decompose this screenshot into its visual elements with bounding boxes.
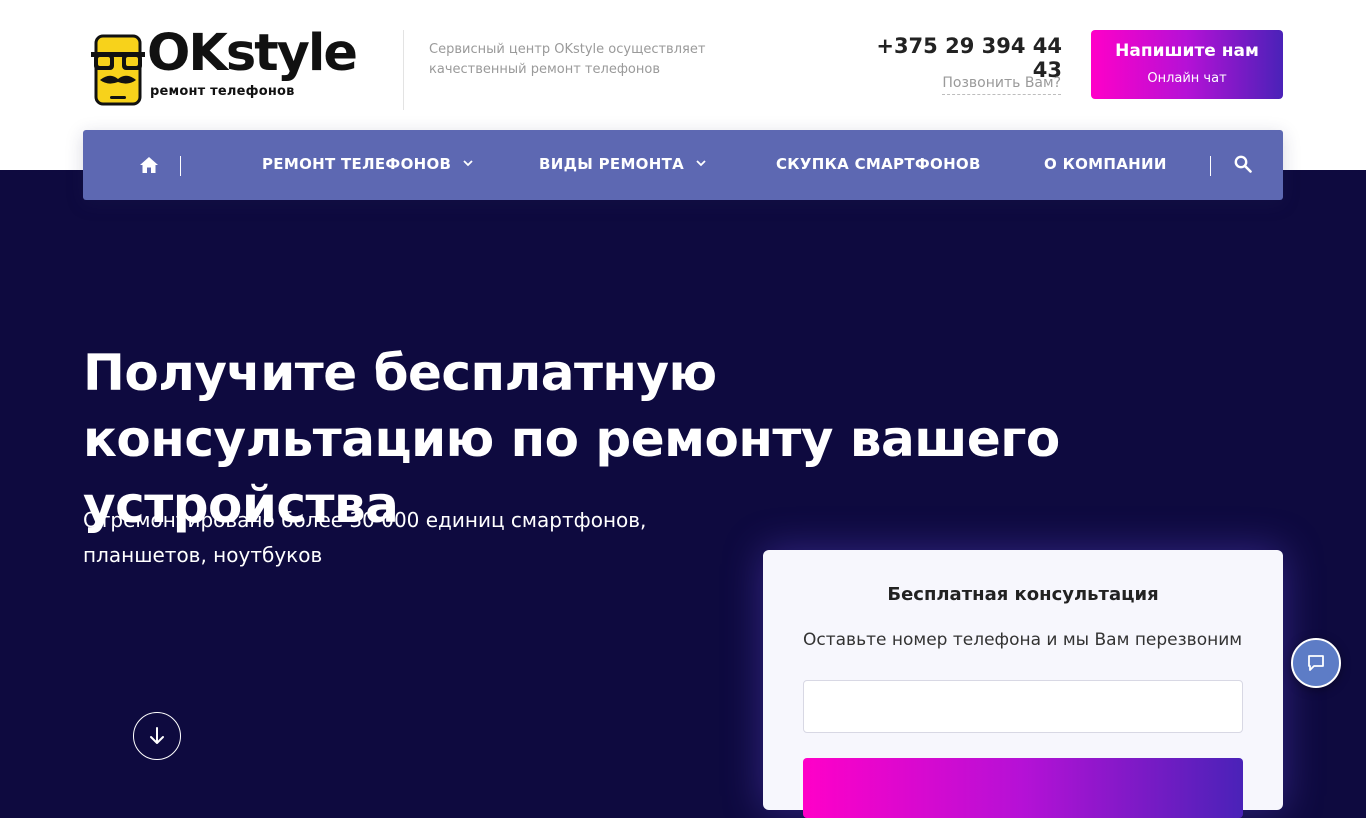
nav-item-about[interactable]: О КОМПАНИИ	[1044, 155, 1167, 173]
search-icon[interactable]	[1234, 155, 1254, 175]
nav-item-smartphone-buyback[interactable]: СКУПКА СМАРТФОНОВ	[776, 155, 981, 173]
home-icon[interactable]	[139, 155, 159, 175]
nav-item-repair-types[interactable]: ВИДЫ РЕМОНТА	[539, 155, 706, 173]
chat-button-subtitle: Онлайн чат	[1147, 71, 1227, 86]
logo-mascot-icon	[91, 34, 145, 106]
site-logo[interactable]: OKstyle ремонт телефонов	[90, 28, 365, 106]
nav-item-phone-repair[interactable]: РЕМОНТ ТЕЛЕФОНОВ	[262, 155, 473, 173]
nav-separator	[1210, 156, 1211, 176]
hero-subtitle: Отремонтировано более 30 000 единиц смар…	[83, 508, 647, 567]
logo-wordmark: OKstyle	[147, 24, 358, 83]
scroll-down-button[interactable]	[133, 712, 181, 760]
chevron-down-icon	[463, 160, 473, 167]
nav-item-label: О КОМПАНИИ	[1044, 155, 1167, 173]
nav-item-label: ВИДЫ РЕМОНТА	[539, 155, 685, 173]
nav-item-label: СКУПКА СМАРТФОНОВ	[776, 155, 981, 173]
main-nav: РЕМОНТ ТЕЛЕФОНОВ ВИДЫ РЕМОНТА СКУПКА СМА…	[83, 130, 1283, 200]
logo-subtitle: ремонт телефонов	[150, 84, 295, 99]
arrow-down-icon	[150, 727, 164, 744]
chat-button-title: Напишите нам	[1115, 41, 1259, 61]
chevron-down-icon	[696, 160, 706, 167]
chat-bubble-icon	[1308, 655, 1324, 671]
form-title: Бесплатная консультация	[887, 584, 1159, 605]
consultation-form: Бесплатная консультация Оставьте номер т…	[763, 550, 1283, 818]
online-chat-button[interactable]: Напишите нам Онлайн чат	[1091, 30, 1283, 99]
header-divider	[403, 30, 404, 110]
form-description: Оставьте номер телефона и мы Вам перезво…	[803, 630, 1243, 650]
nav-separator	[180, 156, 181, 176]
header-tagline: Сервисный центр OKstyle осуществляет кач…	[429, 42, 706, 77]
phone-input[interactable]	[803, 680, 1243, 733]
chat-widget-button[interactable]	[1291, 638, 1341, 688]
submit-button[interactable]	[803, 758, 1243, 818]
callback-link[interactable]: Позвонить Вам?	[942, 75, 1061, 95]
nav-item-label: РЕМОНТ ТЕЛЕФОНОВ	[262, 155, 452, 173]
